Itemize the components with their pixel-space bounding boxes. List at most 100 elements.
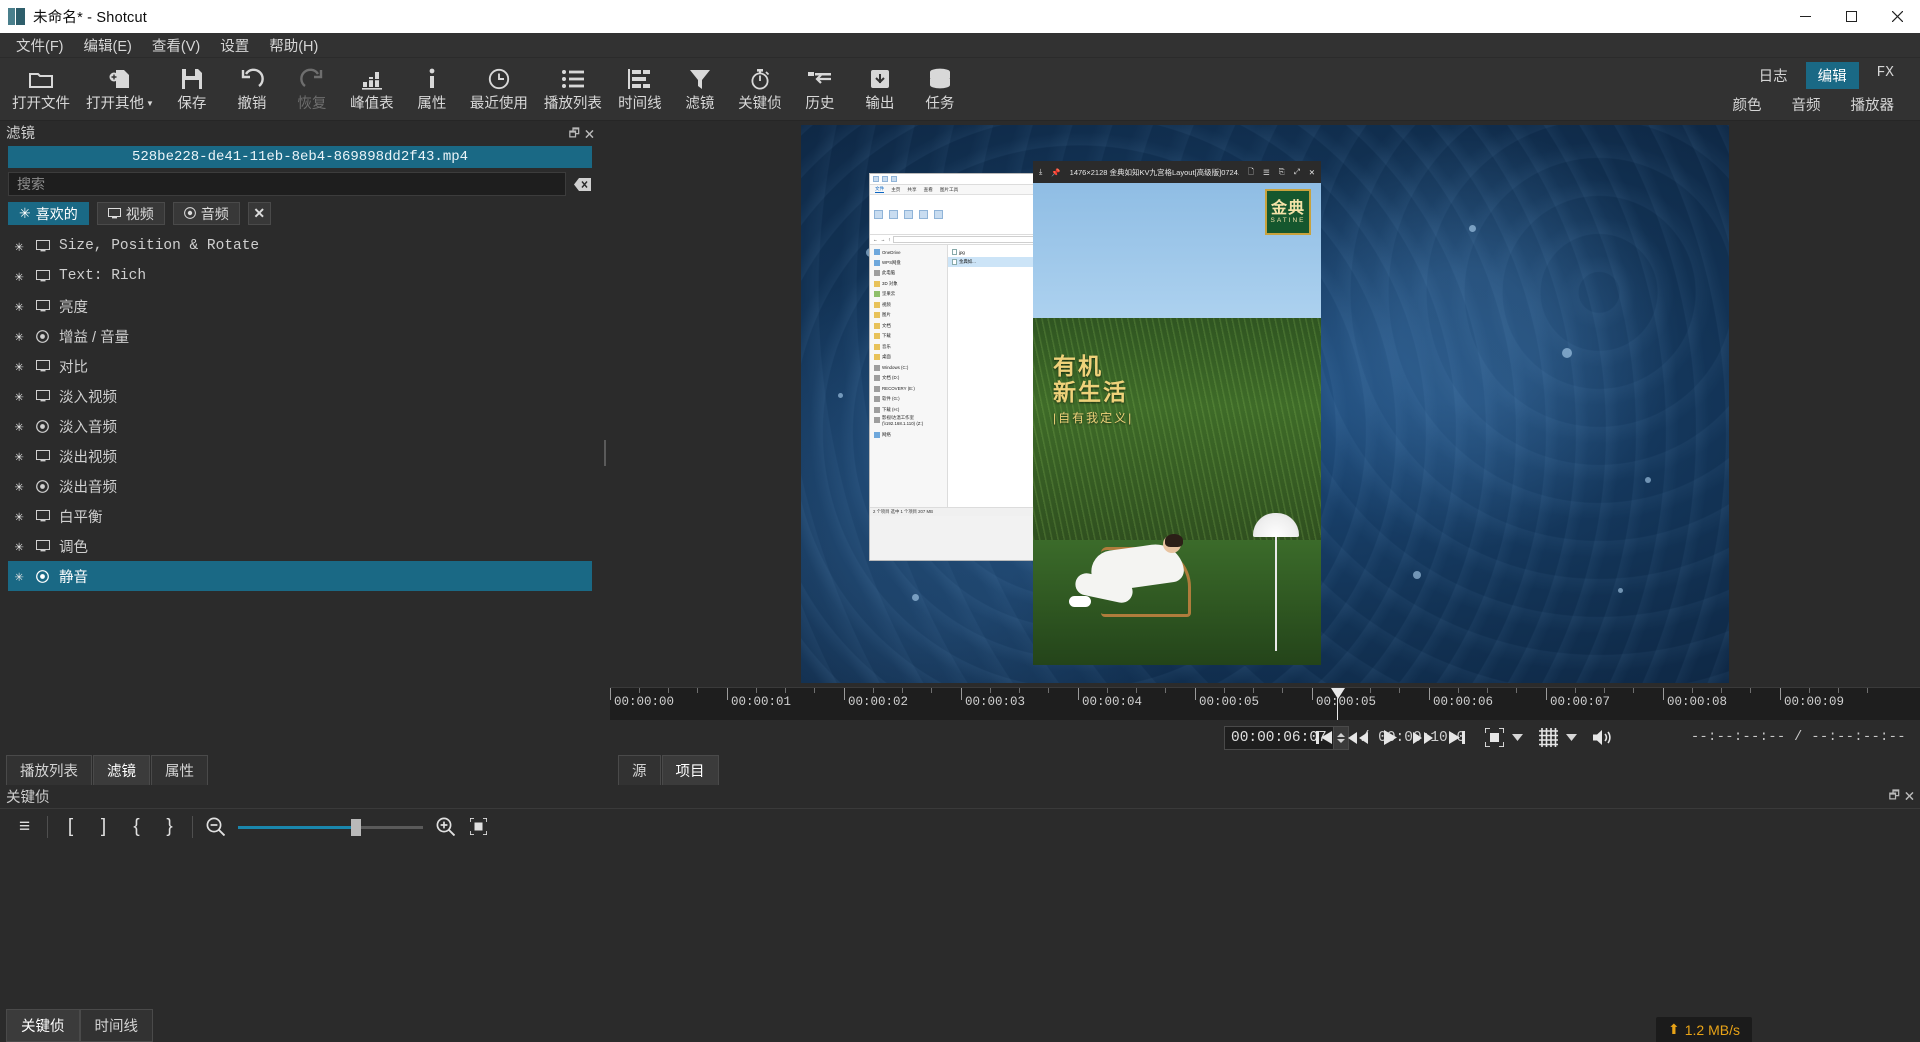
player-scrub-ruler[interactable]: 00:00:00 00:00:01 00:00:02 00:00:03 00:0… (610, 687, 1920, 720)
back-icon[interactable]: ← (873, 237, 878, 242)
zoom-slider-knob[interactable] (351, 818, 362, 836)
forward-icon[interactable]: → (881, 237, 886, 242)
chip-favorites[interactable]: ✳ 喜欢的 (8, 202, 89, 225)
toolbar-undo-button[interactable]: 撤销 (222, 62, 282, 118)
unpin-icon[interactable]: ⤓ (1039, 167, 1042, 177)
chip-audio[interactable]: 音频 (172, 202, 240, 225)
up-icon[interactable]: ↑ (888, 237, 890, 242)
star-icon[interactable]: ✳ (12, 387, 26, 406)
set-filter-start-button[interactable]: [ (54, 812, 87, 842)
star-icon[interactable]: ✳ (12, 237, 26, 256)
keyframes-menu-button[interactable]: ≡ (8, 812, 41, 842)
tab-player[interactable]: 播放器 (1839, 91, 1907, 118)
dock-tab-properties[interactable]: 属性 (151, 755, 208, 785)
dock-tab-filters[interactable]: 滤镜 (93, 755, 150, 785)
tab-edit[interactable]: 编辑 (1805, 62, 1859, 89)
menu-view[interactable]: 查看(V) (142, 32, 210, 59)
grid-button[interactable] (1539, 728, 1558, 747)
star-icon[interactable]: ✳ (12, 567, 26, 586)
video-preview-area[interactable]: 文件 主页 共享 查看 图片工具 ✕ (610, 121, 1920, 687)
zoom-slider[interactable] (238, 816, 423, 838)
tab-fx[interactable]: FX (1865, 62, 1906, 89)
close-button[interactable] (1874, 0, 1920, 33)
menu-help[interactable]: 帮助(H) (259, 32, 328, 59)
rewind-button[interactable] (1348, 731, 1368, 745)
toolbar-save-button[interactable]: 保存 (162, 62, 222, 118)
tab-audio[interactable]: 音频 (1780, 91, 1833, 118)
filter-row-white-balance[interactable]: ✳ 白平衡 (8, 501, 592, 531)
toolbar-playlist-button[interactable]: 播放列表 (536, 62, 610, 118)
set-filter-end-button[interactable]: ] (87, 812, 120, 842)
menu-edit[interactable]: 编辑(E) (74, 32, 142, 59)
edit-icon[interactable]: ☰ (1263, 168, 1270, 177)
toolbar-open-file-button[interactable]: 打开文件 (4, 62, 78, 118)
maximize-button[interactable] (1828, 0, 1874, 33)
filter-row-mute[interactable]: ✳ 静音 (8, 561, 592, 591)
skip-to-start-button[interactable] (1316, 730, 1332, 745)
toolbar-open-other-button[interactable]: 打开其他 ▼ (78, 62, 162, 118)
toolbar-timeline-button[interactable]: 时间线 (610, 62, 670, 118)
explorer-tab-picture-tools[interactable]: 图片工具 (940, 187, 958, 193)
photo-viewer-window[interactable]: ⤓ 📌 1476×2128 金典如知KV九宫格Layout[高级版]0724.p… (1033, 161, 1321, 665)
explorer-tab-view[interactable]: 查看 (924, 187, 933, 193)
ribbon-copy-group[interactable] (889, 210, 898, 219)
star-icon[interactable]: ✳ (12, 447, 26, 466)
star-icon[interactable]: ✳ (12, 357, 26, 376)
new-icon[interactable]: 🗋 (1248, 166, 1254, 179)
filter-row-fade-out-audio[interactable]: ✳ 淡出音频 (8, 471, 592, 501)
explorer-tab-home[interactable]: 主页 (891, 187, 900, 193)
star-icon[interactable]: ✳ (12, 537, 26, 556)
volume-button[interactable] (1593, 729, 1614, 746)
dock-tab-playlist[interactable]: 播放列表 (6, 755, 92, 785)
filter-row-fade-in-video[interactable]: ✳ 淡入视频 (8, 381, 592, 411)
bottom-tab-keyframes[interactable]: 关键侦 (6, 1009, 80, 1042)
toolbar-history-button[interactable]: 历史 (790, 62, 850, 118)
set-fade-in-button[interactable]: { (120, 812, 153, 842)
toolbar-recent-button[interactable]: 最近使用 (462, 62, 536, 118)
zoom-out-button[interactable] (199, 812, 232, 842)
toolbar-filters-button[interactable]: 滤镜 (670, 62, 730, 118)
explorer-nav-pane[interactable]: OneDrive WPS网盘 此电脑 3D 对象 坚果云 视频 图片 文档 下载… (870, 245, 948, 507)
toolbar-jobs-button[interactable]: 任务 (910, 62, 970, 118)
playhead-marker[interactable] (1331, 688, 1345, 699)
bottom-tab-timeline[interactable]: 时间线 (79, 1009, 153, 1042)
star-icon[interactable]: ✳ (12, 417, 26, 436)
toolbar-keyframes-button[interactable]: 关键侦 (730, 62, 790, 118)
toolbar-peak-meter-button[interactable]: 峰值表 (342, 62, 402, 118)
minimize-button[interactable] (1782, 0, 1828, 33)
star-icon[interactable]: ✳ (12, 327, 26, 346)
filter-row-fade-in-audio[interactable]: ✳ 淡入音频 (8, 411, 592, 441)
close-icon[interactable]: ✕ (1309, 168, 1315, 177)
ribbon-new-group[interactable] (934, 210, 943, 219)
fast-forward-button[interactable] (1413, 731, 1433, 745)
float-icon[interactable]: 🗗 (569, 127, 580, 139)
star-icon[interactable]: ✳ (12, 267, 26, 286)
close-icon[interactable]: 🗙 (1905, 786, 1914, 807)
filter-row-color-grading[interactable]: ✳ 调色 (8, 531, 592, 561)
skip-to-end-button[interactable] (1449, 730, 1465, 745)
zoom-fit-button[interactable] (462, 812, 495, 842)
toolbar-export-button[interactable]: 输出 (850, 62, 910, 118)
search-input[interactable] (8, 172, 566, 196)
float-icon[interactable]: 🗗 (1889, 786, 1900, 807)
play-button[interactable] (1384, 730, 1397, 745)
close-icon[interactable]: 🗙 (585, 127, 594, 139)
chip-clear-filters[interactable]: ✕ (247, 202, 271, 225)
share-icon[interactable]: ⎘ (1279, 167, 1285, 177)
zoom-in-button[interactable] (429, 812, 462, 842)
star-icon[interactable]: ✳ (12, 507, 26, 526)
keyframes-track-area[interactable] (0, 844, 1920, 1005)
filter-row-fade-out-video[interactable]: ✳ 淡出视频 (8, 441, 592, 471)
grid-dropdown-button[interactable] (1566, 734, 1577, 741)
star-icon[interactable]: ✳ (12, 297, 26, 316)
player-tab-source[interactable]: 源 (618, 755, 661, 785)
tab-log[interactable]: 日志 (1747, 62, 1800, 89)
tab-color[interactable]: 颜色 (1721, 91, 1774, 118)
ribbon-paste-group[interactable] (904, 210, 913, 219)
menu-file[interactable]: 文件(F) (6, 32, 74, 59)
toolbar-properties-button[interactable]: 属性 (402, 62, 462, 118)
ribbon-move-group[interactable] (919, 210, 928, 219)
filter-row-gain-volume[interactable]: ✳ 增益 / 音量 (8, 321, 592, 351)
filter-row-contrast[interactable]: ✳ 对比 (8, 351, 592, 381)
filter-row-size-position-rotate[interactable]: ✳ Size, Position & Rotate (8, 231, 592, 261)
